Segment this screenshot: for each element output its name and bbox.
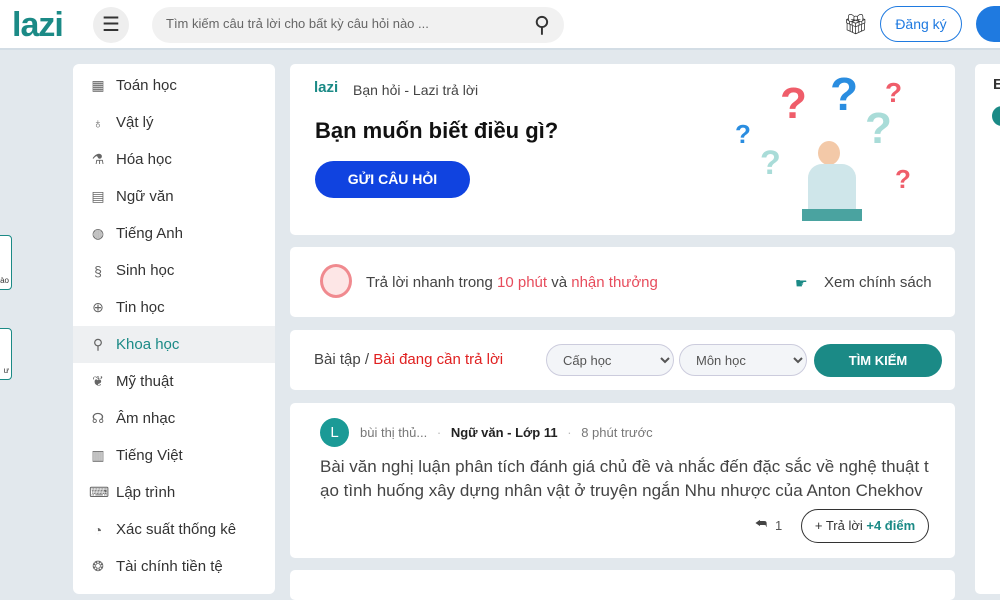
sidebar-item-label: Tài chính tiền tệ — [116, 558, 223, 575]
filter-bar: Bài tập / Bài đang cần trả lời Cấp học M… — [290, 330, 955, 390]
question-text[interactable]: Bài văn nghị luận phân tích đánh giá chủ… — [320, 455, 932, 503]
search-button[interactable]: TÌM KIẾM — [814, 344, 942, 377]
right-panel: E — [975, 64, 1000, 594]
sidebar-item[interactable]: ⊕ Tin học — [73, 289, 275, 326]
book-open-icon: ▥ — [91, 447, 105, 463]
header: lazi ☰ ⚲ 🎁︎ Đăng ký — [0, 0, 1000, 50]
sidebar-item[interactable]: ❂ Tài chính tiền tệ — [73, 548, 275, 585]
sidebar-item-label: Âm nhạc — [116, 410, 176, 427]
sidebar-item[interactable]: ☊ Âm nhạc — [73, 400, 275, 437]
calculator-icon: ▦ — [91, 77, 105, 93]
sidebar-item[interactable]: ⚲ Khoa học — [73, 326, 275, 363]
view-policy-link[interactable]: Xem chính sách — [824, 274, 932, 291]
left-edge-card[interactable]: ư — [0, 328, 12, 380]
sidebar-item-label: Hóa học — [116, 151, 172, 168]
sidebar-item-label: Khoa học — [116, 336, 180, 353]
sidebar-item-label: Xác suất thống kê — [116, 521, 237, 538]
sidebar-item[interactable]: ♁ Vật lý — [73, 104, 275, 141]
edge-text: ào — [0, 276, 9, 285]
avatar[interactable]: L — [320, 418, 349, 447]
sidebar-item[interactable]: ◍ Tiếng Anh — [73, 215, 275, 252]
sidebar-item-label: Mỹ thuật — [116, 373, 174, 390]
username[interactable]: bùi thị thủ... — [360, 425, 427, 440]
breadcrumb: Bài tập / Bài đang cần trả lời — [314, 351, 504, 368]
code-icon: ⌨ — [89, 484, 110, 500]
reply-count-icon: ⮪ — [755, 516, 768, 531]
telescope-icon: ⚲ — [92, 336, 104, 352]
network-icon: ⊕ — [92, 299, 104, 315]
sidebar-item-label: Vật lý — [116, 114, 154, 131]
thinking-person-illustration: ? ? ? ? ? ? ? — [730, 68, 930, 229]
left-edge-card[interactable]: ào — [0, 235, 12, 290]
sidebar-item-label: Sinh học — [116, 262, 175, 279]
sidebar-item-label: Tiếng Việt — [116, 447, 183, 464]
menu-icon[interactable]: ☰ — [93, 7, 129, 43]
edge-text: ư — [3, 366, 9, 375]
breadcrumb-link[interactable]: Bài tập — [314, 351, 361, 368]
stopwatch-icon — [320, 264, 352, 298]
gift-icon[interactable]: 🎁︎ — [843, 12, 868, 37]
search-icon[interactable]: ⚲ — [534, 12, 550, 38]
breadcrumb-current: Bài đang cần trả lời — [373, 351, 504, 368]
sidebar-item-label: Ngữ văn — [116, 188, 174, 205]
sidebar-item-label: Toán học — [116, 77, 177, 94]
sidebar-item[interactable]: ▦ Toán học — [73, 67, 275, 104]
sidebar-item[interactable]: ▤ Ngữ văn — [73, 178, 275, 215]
ask-question-button[interactable]: GỬI CÂU HỎI — [315, 161, 470, 198]
login-button[interactable] — [976, 6, 1000, 42]
headphones-icon: ☊ — [91, 410, 105, 426]
ask-banner: lazi Bạn hỏi - Lazi trả lời Bạn muốn biế… — [290, 64, 955, 235]
subject-sidebar: ▦ Toán học ♁ Vật lý ⚗ Hóa học ▤ Ngữ văn ◍ Tiếng A… — [73, 64, 275, 594]
reply-count: 1 — [775, 518, 783, 533]
question-card: L bùi thị thủ... · Ngữ văn - Lớp 11 · 8 … — [290, 403, 955, 558]
post-time: 8 phút trước — [581, 425, 653, 440]
sidebar-item[interactable]: § Sinh học — [73, 252, 275, 289]
tagline: Bạn hỏi - Lazi trả lời — [353, 82, 479, 98]
sidebar-item[interactable]: ⚗ Hóa học — [73, 141, 275, 178]
right-panel-title: E — [993, 76, 1000, 93]
search-input[interactable] — [166, 16, 506, 31]
pointing-hand-icon: ☛ — [795, 275, 808, 291]
lazi-small-logo: lazi — [314, 79, 339, 96]
promo-text: Trả lời nhanh trong 10 phút và nhận thưở… — [366, 274, 658, 291]
question-card — [290, 570, 955, 600]
sidebar-item[interactable]: ◔ Xác suất thống kê — [73, 511, 275, 548]
sidebar-item-label: Tiếng Anh — [116, 225, 183, 242]
signup-button[interactable]: Đăng ký — [880, 6, 962, 42]
sidebar-item[interactable]: ▥ Tiếng Việt — [73, 437, 275, 474]
sidebar-item-label: Lập trình — [116, 484, 176, 501]
question-meta: bùi thị thủ... · Ngữ văn - Lớp 11 · 8 ph… — [360, 425, 653, 440]
sidebar-item-label: Tin học — [116, 299, 165, 316]
level-select[interactable]: Cấp học — [546, 344, 674, 376]
right-panel-avatar — [992, 106, 1000, 126]
flask-icon: ⚗ — [91, 151, 105, 167]
search-bar: ⚲ — [152, 7, 564, 43]
answer-button[interactable]: + Trả lời +4 điểm — [801, 509, 929, 543]
book-icon: ▤ — [91, 188, 105, 204]
palette-icon: ❦ — [92, 373, 104, 389]
dna-icon: § — [94, 262, 102, 279]
lazi-logo[interactable]: lazi — [12, 6, 64, 45]
globe-icon: ◍ — [91, 225, 105, 241]
banner-title: Bạn muốn biết điều gì? — [315, 118, 559, 143]
sidebar-item[interactable]: ❦ Mỹ thuật — [73, 363, 275, 400]
sidebar-item[interactable]: ⌨ Lập trình — [73, 474, 275, 511]
bulb-icon: ♁ — [92, 114, 104, 131]
chart-icon: ◔ — [93, 521, 103, 538]
quick-answer-promo: Trả lời nhanh trong 10 phút và nhận thưở… — [290, 247, 955, 317]
subject-select[interactable]: Môn học — [679, 344, 807, 376]
subject-label[interactable]: Ngữ văn - Lớp 11 — [451, 425, 558, 440]
money-icon: ❂ — [92, 558, 104, 574]
